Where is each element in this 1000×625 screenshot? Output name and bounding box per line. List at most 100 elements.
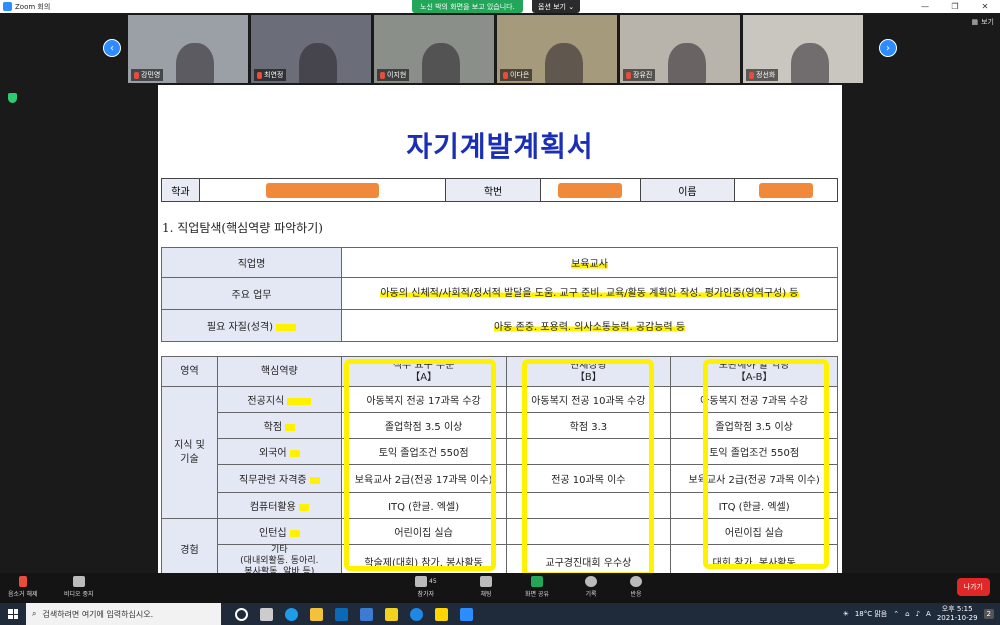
competency-label: 컴퓨터활용 [216, 492, 342, 519]
job-name-value: 보육교사 [341, 247, 838, 278]
mail-icon[interactable] [360, 607, 373, 621]
network-icon[interactable]: ⌂ [905, 610, 909, 618]
highlight-mark [287, 397, 312, 405]
participant-name: 정선화 [746, 69, 779, 81]
smiley-icon [630, 576, 642, 587]
participant-video [545, 43, 583, 83]
clock[interactable]: 오후 5:15 2021-10-29 [937, 605, 978, 623]
participant-tile[interactable]: 강민영 [128, 15, 248, 83]
cortana-icon[interactable] [235, 607, 248, 621]
table-row: 직업명 보육교사 [161, 247, 838, 278]
minimize-icon[interactable]: — [910, 0, 940, 13]
highlight-mark [309, 476, 320, 484]
chat-button[interactable]: 채팅 [480, 576, 492, 598]
participant-name: 이지현 [377, 69, 410, 81]
view-button[interactable]: ▦ 보기 [971, 17, 994, 27]
table-row: 학점 졸업학점 3.5 이상 학점 3.3 졸업학점 3.5 이상 [162, 412, 838, 439]
participant-tile[interactable]: 최연정 [251, 15, 371, 83]
reactions-button[interactable]: 반응 [630, 576, 642, 598]
dept-label: 학과 [162, 179, 200, 201]
gap-cell: 보육교사 2급(전공 7과목 이수) [670, 464, 838, 493]
required-level-cell: 보육교사 2급(전공 17과목 이수) [340, 464, 507, 493]
notification-badge[interactable]: 2 [983, 609, 994, 619]
mic-off-icon [134, 71, 139, 79]
table-row: 경험 인턴십 어린이집 실습 어린이집 실습 [161, 518, 838, 579]
close-icon[interactable]: ✕ [970, 0, 1000, 13]
zoom-taskbar-icon[interactable] [460, 607, 473, 621]
mic-off-icon [503, 71, 508, 79]
participant-video [791, 43, 829, 83]
participant-tile[interactable]: 정선화 [743, 15, 863, 83]
leave-button[interactable]: 나가기 [956, 578, 990, 596]
competency-label: 인턴십 [216, 518, 342, 545]
participant-name: 최연정 [254, 69, 287, 81]
taskbar-search-input[interactable]: ⌕ 검색하려면 여기에 입력하십시오. [26, 603, 221, 625]
current-status-cell: 전공 10과목 이수 [505, 464, 672, 493]
zoom-app-icon [3, 2, 12, 11]
current-status-cell [505, 518, 672, 545]
required-level-cell: 졸업학점 3.5 이상 [340, 412, 507, 439]
required-level-cell: 어린이집 실습 [340, 518, 507, 545]
participant-video [422, 43, 460, 83]
start-button[interactable] [0, 603, 26, 625]
participant-count: 45 [429, 578, 437, 585]
mic-off-icon [626, 71, 631, 79]
stop-video-button[interactable]: 비디오 중지 [64, 576, 94, 598]
section-heading: 1. 직업탐색(핵심역량 파악하기) [162, 221, 323, 235]
search-icon: ⌕ [32, 609, 37, 618]
current-status-cell [505, 438, 672, 465]
store-icon[interactable] [335, 607, 348, 621]
window-title: Zoom 회의 [15, 2, 51, 11]
required-level-cell: 아동복지 전공 17과목 수강 [340, 386, 507, 413]
participant-tile[interactable]: 이다은 [497, 15, 617, 83]
shared-document: 자기계발계획서 학과 학번 이름 1. 직업탐색(핵심역량 파악하기) 직업명 … [158, 85, 842, 585]
video-camera-icon [72, 576, 85, 587]
participant-name: 강민영 [131, 69, 164, 81]
column-header: 보완해야 할 역량 【A-B】 [670, 356, 838, 387]
kakaotalk-icon[interactable] [385, 607, 398, 621]
competency-label: 직무관련 자격증 [216, 464, 342, 493]
traits-value: 아동 존중. 포용력. 의사소통능력. 공감능력 등 [341, 309, 838, 342]
mic-off-icon [257, 71, 262, 79]
participant-video [176, 43, 214, 83]
participant-strip: 강민영 최연정 이지현 이다은 장유진 정선화 [128, 15, 863, 83]
tray-overflow-icon[interactable]: ⌃ [893, 610, 899, 618]
ime-indicator[interactable]: A [926, 610, 931, 618]
edge-icon[interactable] [285, 607, 298, 621]
file-explorer-icon[interactable] [310, 607, 323, 621]
share-screen-button[interactable]: 화면 공유 [525, 576, 549, 598]
participant-tile[interactable]: 이지현 [374, 15, 494, 83]
table-row: 지식 및 기술 전공지식 아동복지 전공 17과목 수강 아동복지 전공 10과목 수… [161, 386, 838, 519]
redaction-bar [266, 182, 380, 198]
people-icon [415, 576, 427, 587]
group-label-experience: 경험 [161, 518, 218, 579]
weather-text: 18°C 맑음 [854, 610, 888, 618]
competency-label: 외국어 [216, 438, 342, 465]
next-page-icon[interactable]: › [879, 39, 897, 57]
maximize-icon[interactable]: ❐ [940, 0, 970, 13]
windows-taskbar: ⌕ 검색하려면 여기에 입력하십시오. ☀ 18°C 맑음 ⌃ ⌂ ♪ A 오후… [0, 603, 1000, 625]
group-label-skills: 지식 및 기술 [161, 386, 218, 519]
record-icon [585, 576, 597, 587]
current-status-cell: 아동복지 전공 10과목 수강 [505, 386, 672, 413]
highlight-mark [289, 449, 300, 457]
column-header: 영역 [161, 356, 218, 387]
required-level-cell: 토익 졸업조건 550점 [340, 438, 507, 465]
participant-tile[interactable]: 장유진 [620, 15, 740, 83]
security-shield-icon[interactable] [8, 93, 17, 103]
sticky-notes-icon[interactable] [435, 607, 448, 621]
view-options-button[interactable]: 옵션 보기 ⌄ [532, 0, 581, 13]
prev-page-icon[interactable]: ‹ [103, 39, 121, 57]
record-button[interactable]: 기록 [585, 576, 597, 598]
column-header: 핵심역량 [216, 356, 342, 387]
table-row: 직무관련 자격증 보육교사 2급(전공 17과목 이수) 전공 10과목 이수 보육교… [162, 464, 838, 493]
internet-explorer-icon[interactable] [410, 607, 423, 621]
unmute-button[interactable]: 음소거 해제 [8, 576, 38, 598]
competency-table: 영역 핵심역량 직무 요구 수준 【A】 현재상황 【B】 보완해야 할 역량 【A-B… [161, 356, 838, 579]
volume-icon[interactable]: ♪ [916, 610, 920, 618]
document-title: 자기계발계획서 [406, 130, 594, 163]
column-header: 직무 요구 수준 【A】 [340, 356, 507, 387]
participants-button[interactable]: 45 참가자 [415, 576, 437, 598]
task-view-icon[interactable] [260, 607, 273, 621]
current-status-cell: 학점 3.3 [505, 412, 672, 439]
